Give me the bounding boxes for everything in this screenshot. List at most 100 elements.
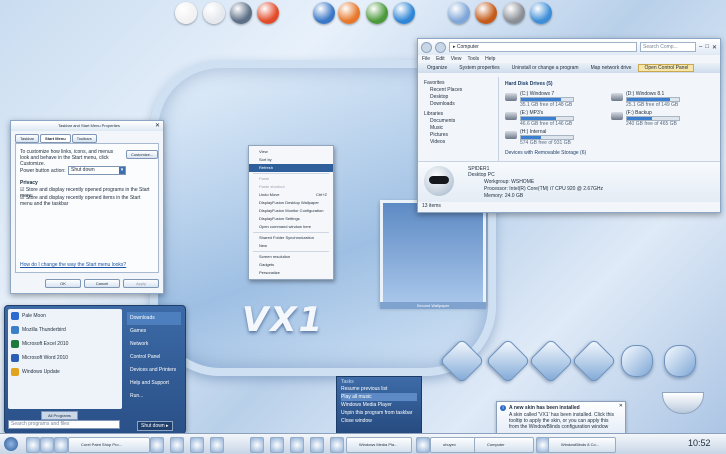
drive-item[interactable]: (E:) MP3's 46.6 GB free of 146 GB [505, 110, 605, 127]
robot-icon[interactable] [621, 345, 653, 377]
taskbar-icon[interactable] [290, 437, 304, 453]
toolbar-button[interactable]: Map network drive [586, 65, 637, 71]
start-place-item[interactable]: Network [127, 338, 181, 351]
minimize-icon[interactable]: – [699, 44, 702, 50]
menu-item[interactable]: Help [485, 55, 495, 63]
power-select[interactable]: Shut down ▾ [68, 166, 126, 175]
section-hard-disks[interactable]: Hard Disk Drives (5) [499, 77, 717, 91]
shutdown-button[interactable]: Shut down ▸ [137, 421, 173, 431]
nav-item[interactable]: Music [420, 125, 496, 132]
menu-item[interactable]: Edit [436, 55, 445, 63]
notepad-icon[interactable] [203, 2, 225, 24]
taskbar-icon[interactable] [330, 437, 344, 453]
nav-item[interactable]: Desktop [420, 94, 496, 101]
taskbar-icon[interactable] [270, 437, 284, 453]
nav-item[interactable]: Pictures [420, 132, 496, 139]
taskbar-button[interactable]: Windows Media Pla... [346, 437, 412, 453]
back-icon[interactable] [421, 41, 432, 53]
drive-item[interactable]: (F:) Backup 240 GB free of 465 GB [611, 110, 711, 127]
robot-icon[interactable] [175, 2, 197, 24]
nav-item[interactable]: Recent Places [420, 87, 496, 94]
start-program-item[interactable]: Microsoft Word 2010 [8, 351, 122, 365]
jump-list-item[interactable]: Play all music [341, 393, 417, 401]
start-place-item[interactable]: Games [127, 325, 181, 338]
tab-start-menu[interactable]: Start Menu [40, 134, 71, 143]
context-menu-item[interactable]: Shared Folder Synchronization [249, 234, 333, 242]
start-place-item[interactable]: Downloads [127, 312, 181, 325]
ok-button[interactable]: OK [45, 279, 81, 288]
context-menu-item[interactable]: Gadgets [249, 261, 333, 269]
context-menu-item[interactable]: Screen resolution [249, 253, 333, 261]
tab-toolbars[interactable]: Toolbars [71, 134, 97, 143]
jump-list-item[interactable]: Close window [341, 417, 417, 425]
robot-icon[interactable] [664, 345, 696, 377]
clock[interactable]: 10:52 [688, 438, 711, 448]
context-menu-item[interactable]: Undo Move Ctrl+Z [249, 191, 333, 199]
documents-icon[interactable] [528, 338, 574, 384]
music-icon[interactable] [571, 338, 617, 384]
start-program-item[interactable]: Windows Update [8, 365, 122, 379]
media-icon[interactable] [475, 2, 497, 24]
context-menu-item[interactable]: Personalize [249, 269, 333, 277]
drive-item[interactable]: (D:) Windows 8.1 25.1 GB free of 149 GB [611, 91, 711, 108]
taskbar-icon[interactable] [40, 437, 54, 453]
context-menu-item[interactable]: Refresh [249, 164, 333, 172]
close-icon[interactable]: ✕ [155, 122, 160, 129]
jump-list-item[interactable]: Windows Media Player [341, 401, 417, 409]
cancel-button[interactable]: Cancel [84, 279, 120, 288]
nav-item[interactable]: Documents [420, 118, 496, 125]
nav-item[interactable]: Videos [420, 139, 496, 146]
nav-item[interactable]: Downloads [420, 101, 496, 108]
firefox-icon[interactable] [338, 2, 360, 24]
taskbar-icon[interactable] [190, 437, 204, 453]
jump-list-item[interactable]: Unpin this program from taskbar [341, 409, 417, 417]
address-bar[interactable]: ▸ Computer [449, 42, 637, 52]
drive-item[interactable]: (C:) Windows 7 35.1 GB free of 148 GB [505, 91, 605, 108]
taskbar-icon[interactable] [54, 437, 68, 453]
taskbar-button[interactable]: ohuyev [430, 437, 476, 453]
taskbar-button[interactable]: WindowBlinds 8 Co... [548, 437, 616, 453]
context-menu-item[interactable]: Sort by [249, 156, 333, 164]
start-place-item[interactable]: Devices and Printers [127, 364, 181, 377]
taskbar-icon[interactable] [310, 437, 324, 453]
maps-icon[interactable] [366, 2, 388, 24]
taskbar-button[interactable]: Corel Paint Shop Pro... [68, 437, 150, 453]
jump-list-item[interactable]: Resume previous list [341, 385, 417, 393]
maximize-icon[interactable]: □ [705, 44, 709, 50]
context-menu-item[interactable]: DisplayFusion Monitor Configuration [249, 207, 333, 215]
forward-icon[interactable] [435, 41, 446, 53]
start-button[interactable] [4, 437, 18, 451]
start-search-input[interactable]: Search programs and files [8, 420, 120, 429]
context-menu-item[interactable]: Paste [249, 175, 333, 183]
section-removable[interactable]: Devices with Removable Storage (6) [499, 146, 717, 160]
sphere-icon[interactable] [313, 2, 335, 24]
tab-taskbar[interactable]: Taskbar [15, 134, 40, 143]
start-place-item[interactable]: Control Panel [127, 351, 181, 364]
taskbar-button[interactable]: Computer [474, 437, 534, 453]
nav-item[interactable]: Libraries [420, 111, 496, 118]
taskbar-icon[interactable] [26, 437, 40, 453]
context-menu-item[interactable]: DisplayFusion Desktop Wallpaper [249, 199, 333, 207]
monitor-icon[interactable] [393, 2, 415, 24]
toolbar-button[interactable]: Organize [422, 65, 452, 71]
close-icon[interactable]: ✕ [619, 403, 623, 409]
checkbox-items[interactable]: ☑ Store and display recently opened item… [20, 195, 154, 207]
menu-item[interactable]: Tools [467, 55, 479, 63]
menu-item[interactable]: File [422, 55, 430, 63]
start-program-item[interactable]: Microsoft Excel 2010 [8, 337, 122, 351]
context-menu-item[interactable]: New [249, 242, 333, 250]
context-menu-item[interactable]: DisplayFusion Settings [249, 215, 333, 223]
context-menu-item[interactable]: Open command window here [249, 223, 333, 231]
save-icon[interactable] [448, 2, 470, 24]
start-place-item[interactable]: Help and Support [127, 377, 181, 390]
toolbar-button[interactable]: Uninstall or change a program [507, 65, 584, 71]
notification-balloon[interactable]: i A new skin has been installed A skin c… [496, 401, 626, 434]
nav-item[interactable]: Favorites [420, 80, 496, 87]
menu-item[interactable]: View [451, 55, 462, 63]
taskbar-icon[interactable] [250, 437, 264, 453]
pictures-icon[interactable] [485, 338, 531, 384]
all-programs[interactable]: All Programs [41, 411, 78, 420]
browser-icon[interactable] [530, 2, 552, 24]
taskbar-icon[interactable] [170, 437, 184, 453]
start-place-item[interactable]: Run... [127, 390, 181, 403]
